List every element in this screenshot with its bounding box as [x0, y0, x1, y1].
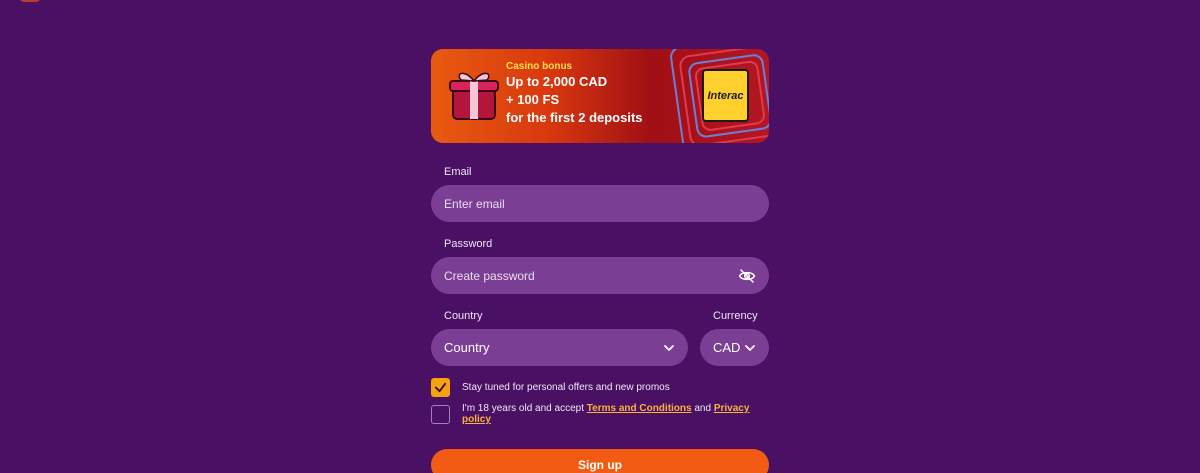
logo-fragment [20, 0, 40, 2]
country-label: Country [444, 310, 483, 322]
chevron-down-icon [664, 344, 674, 351]
terms-link[interactable]: Terms and Conditions [587, 403, 692, 414]
country-select[interactable]: Country [431, 329, 688, 366]
offers-checkbox-label: Stay tuned for personal offers and new p… [462, 382, 670, 393]
terms-checkbox-row: I'm 18 years old and accept Terms and Co… [431, 403, 769, 425]
currency-label: Currency [713, 310, 758, 322]
terms-checkbox[interactable] [431, 404, 450, 424]
offers-checkbox[interactable] [431, 378, 450, 397]
country-value: Country [444, 340, 490, 355]
gift-icon [449, 72, 499, 120]
terms-checkbox-label: I'm 18 years old and accept Terms and Co… [462, 403, 769, 425]
bonus-amount: Up to 2,000 CAD [506, 74, 608, 89]
signup-form: Casino bonus Up to 2,000 CAD + 100 FS fo… [431, 49, 769, 473]
bonus-kicker: Casino bonus [506, 61, 573, 72]
currency-value: CAD [713, 340, 741, 355]
terms-and: and [694, 403, 712, 414]
terms-prefix: I'm 18 years old and accept [462, 403, 584, 414]
eye-off-icon[interactable] [738, 267, 756, 285]
email-field[interactable]: Enter email [431, 185, 769, 222]
currency-select[interactable]: CAD [700, 329, 769, 366]
chevron-down-icon [745, 344, 755, 351]
password-label: Password [444, 238, 493, 250]
interac-logo: Interac [702, 69, 749, 122]
password-field[interactable]: Create password [431, 257, 769, 294]
email-placeholder: Enter email [444, 196, 505, 211]
email-label: Email [444, 166, 472, 178]
bonus-condition: for the first 2 deposits [506, 110, 643, 125]
bonus-free-spins: + 100 FS [506, 92, 560, 107]
offers-checkbox-row: Stay tuned for personal offers and new p… [431, 378, 769, 397]
password-placeholder: Create password [444, 268, 535, 283]
bonus-banner: Casino bonus Up to 2,000 CAD + 100 FS fo… [431, 49, 769, 143]
signup-button[interactable]: Sign up [431, 449, 769, 473]
checkmark-icon [434, 382, 447, 393]
